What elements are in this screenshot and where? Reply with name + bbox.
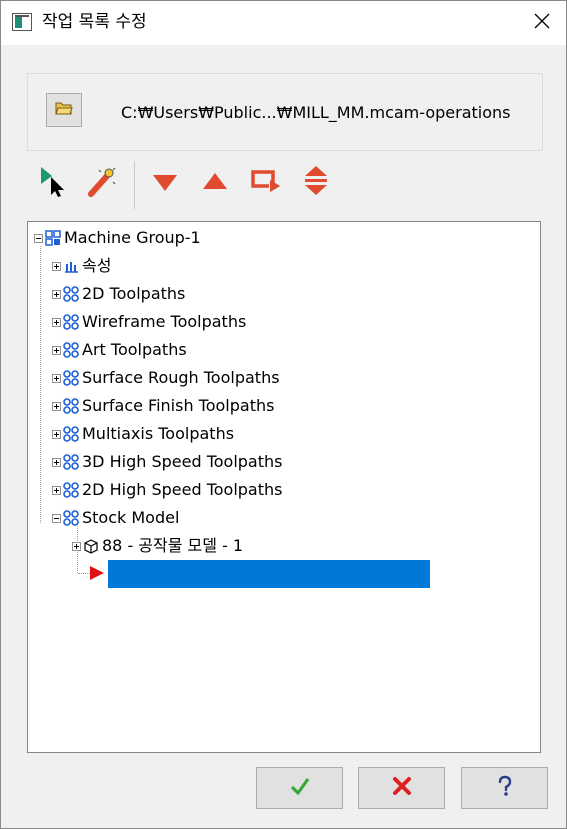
- path-panel: C:₩Users₩Public...₩MILL_MM.mcam-operatio…: [27, 73, 543, 151]
- close-icon: [534, 13, 550, 33]
- expand-toggle[interactable]: [52, 317, 61, 327]
- loop-arrow-icon: [248, 166, 282, 200]
- cancel-x-icon: [392, 776, 412, 800]
- close-button[interactable]: [522, 7, 562, 39]
- expand-toggle[interactable]: [52, 485, 61, 495]
- toolbar: [27, 161, 541, 211]
- window-app-icon: [12, 13, 32, 31]
- select-pointer-icon: [37, 164, 69, 202]
- insert-arrow-icon: [89, 565, 105, 585]
- expand-toggle[interactable]: [52, 401, 61, 411]
- ok-button[interactable]: [256, 767, 343, 809]
- magic-wand-button[interactable]: [83, 165, 119, 201]
- stock-model-icon: [83, 538, 99, 554]
- title-bar: 작업 목록 수정: [1, 1, 566, 45]
- toolpath-group-icon: [63, 342, 79, 358]
- tree-connector: [40, 246, 41, 523]
- operations-tree[interactable]: Machine Group-1 속성 2D Toolpaths Wirefram…: [27, 221, 541, 753]
- tree-item-art-toolpaths[interactable]: Art Toolpaths: [52, 336, 187, 364]
- machine-group-icon: [45, 230, 61, 246]
- tree-item-surface-finish-toolpaths[interactable]: Surface Finish Toolpaths: [52, 392, 274, 420]
- open-folder-icon: [55, 100, 73, 120]
- tree-item-stock-model-child[interactable]: 88 - 공작물 모델 - 1: [72, 532, 243, 560]
- tree-item-2d-high-speed-toolpaths[interactable]: 2D High Speed Toolpaths: [52, 476, 282, 504]
- toolpath-group-icon: [63, 510, 79, 526]
- move-up-icon: [200, 166, 230, 200]
- dialog-window: 작업 목록 수정 C:₩Users₩Public...₩MILL_MM.mcam…: [0, 0, 567, 829]
- tree-node-label: 속성: [82, 256, 112, 275]
- tree-node-label: Surface Finish Toolpaths: [82, 396, 275, 415]
- tree-item-multiaxis-toolpaths[interactable]: Multiaxis Toolpaths: [52, 420, 234, 448]
- help-button[interactable]: [461, 767, 548, 809]
- toolpath-group-icon: [63, 314, 79, 330]
- loop-button[interactable]: [247, 165, 283, 201]
- new-item-name-input[interactable]: [108, 560, 430, 588]
- file-path-label: C:₩Users₩Public...₩MILL_MM.mcam-operatio…: [121, 103, 511, 122]
- move-up-button[interactable]: [197, 165, 233, 201]
- select-button[interactable]: [35, 165, 71, 201]
- tree-node-label: 2D High Speed Toolpaths: [82, 480, 283, 499]
- cancel-button[interactable]: [358, 767, 445, 809]
- tree-node-label: 88 - 공작물 모델 - 1: [102, 536, 244, 555]
- tree-node-label: Stock Model: [82, 508, 180, 527]
- tree-item-3d-high-speed-toolpaths[interactable]: 3D High Speed Toolpaths: [52, 448, 282, 476]
- open-file-button[interactable]: [46, 93, 82, 127]
- collapse-toggle[interactable]: [52, 513, 61, 523]
- expand-toggle[interactable]: [52, 457, 61, 467]
- tree-root-machine-group[interactable]: Machine Group-1: [34, 224, 201, 252]
- toolpath-group-icon: [63, 426, 79, 442]
- toolpath-group-icon: [63, 482, 79, 498]
- toolpath-group-icon: [63, 398, 79, 414]
- toolbar-separator: [134, 161, 135, 209]
- properties-icon: [63, 258, 79, 274]
- tree-node-label: Wireframe Toolpaths: [82, 312, 247, 331]
- expand-toggle[interactable]: [52, 289, 61, 299]
- tree-item-properties[interactable]: 속성: [52, 252, 111, 280]
- move-down-button[interactable]: [147, 165, 183, 201]
- tree-node-label: 2D Toolpaths: [82, 284, 186, 303]
- expand-toggle[interactable]: [52, 261, 61, 271]
- tree-node-label: Machine Group-1: [64, 228, 201, 247]
- collapse-toggle[interactable]: [34, 233, 43, 243]
- expand-toggle[interactable]: [72, 541, 81, 551]
- tree-node-label: Surface Rough Toolpaths: [82, 368, 280, 387]
- tree-node-label: 3D High Speed Toolpaths: [82, 452, 283, 471]
- expand-toggle[interactable]: [52, 373, 61, 383]
- expand-toggle[interactable]: [52, 429, 61, 439]
- toolpath-group-icon: [63, 370, 79, 386]
- checkmark-icon: [290, 776, 310, 800]
- expand-collapse-button[interactable]: [298, 165, 334, 201]
- tree-node-label: Multiaxis Toolpaths: [82, 424, 235, 443]
- tree-item-wireframe-toolpaths[interactable]: Wireframe Toolpaths: [52, 308, 246, 336]
- expand-collapse-icon: [301, 164, 331, 202]
- move-down-icon: [150, 166, 180, 200]
- tree-item-stock-model[interactable]: Stock Model: [52, 504, 179, 532]
- tree-item-2d-toolpaths[interactable]: 2D Toolpaths: [52, 280, 185, 308]
- window-title: 작업 목록 수정: [42, 12, 147, 32]
- magic-wand-icon: [85, 164, 117, 202]
- help-question-icon: [495, 775, 515, 801]
- tree-item-surface-rough-toolpaths[interactable]: Surface Rough Toolpaths: [52, 364, 280, 392]
- tree-node-label: Art Toolpaths: [82, 340, 187, 359]
- toolpath-group-icon: [63, 454, 79, 470]
- toolpath-group-icon: [63, 286, 79, 302]
- expand-toggle[interactable]: [52, 345, 61, 355]
